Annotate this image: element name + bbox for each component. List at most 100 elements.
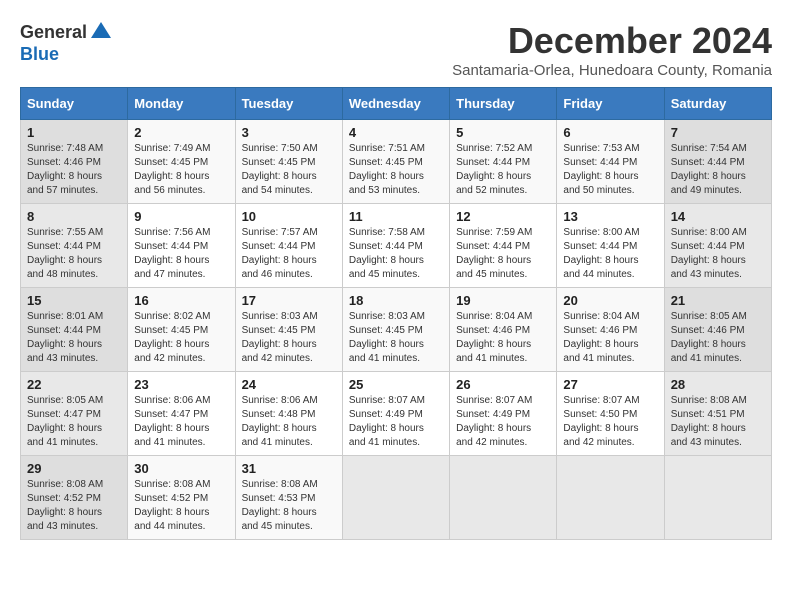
day-number: 21 xyxy=(671,293,765,308)
header-monday: Monday xyxy=(128,88,235,120)
day-info: Sunrise: 8:02 AMSunset: 4:45 PMDaylight:… xyxy=(134,310,228,366)
day-info: Sunrise: 7:48 AMSunset: 4:46 PMDaylight:… xyxy=(27,142,121,198)
day-number: 11 xyxy=(349,209,443,224)
day-number: 16 xyxy=(134,293,228,308)
calendar-cell: 2 Sunrise: 7:49 AMSunset: 4:45 PMDaylight… xyxy=(128,120,235,204)
day-number: 31 xyxy=(242,461,336,476)
day-number: 18 xyxy=(349,293,443,308)
day-number: 25 xyxy=(349,377,443,392)
calendar-cell: 27Sunrise: 8:07 AMSunset: 4:50 PMDayligh… xyxy=(557,372,664,456)
calendar-title: December 2024 xyxy=(452,20,772,62)
calendar-cell: 31 Sunrise: 8:08 AMSunset: 4:53 PMDayligh… xyxy=(235,456,342,540)
day-info: Sunrise: 7:55 AMSunset: 4:44 PMDaylight:… xyxy=(27,226,121,282)
calendar-cell: 30 Sunrise: 8:08 AMSunset: 4:52 PMDayligh… xyxy=(128,456,235,540)
calendar-cell xyxy=(557,456,664,540)
day-info: Sunrise: 8:06 AMSunset: 4:47 PMDaylight:… xyxy=(134,394,228,450)
logo-icon xyxy=(89,20,113,44)
day-info: Sunrise: 8:05 AMSunset: 4:46 PMDaylight:… xyxy=(671,310,765,366)
calendar-cell xyxy=(450,456,557,540)
day-info: Sunrise: 8:08 AMSunset: 4:52 PMDaylight:… xyxy=(134,478,228,534)
calendar-cell: 22 Sunrise: 8:05 AMSunset: 4:47 PMDayligh… xyxy=(21,372,128,456)
day-info: Sunrise: 8:08 AMSunset: 4:53 PMDaylight:… xyxy=(242,478,336,534)
day-number: 19 xyxy=(456,293,550,308)
day-info: Sunrise: 7:54 AMSunset: 4:44 PMDaylight:… xyxy=(671,142,765,198)
day-number: 29 xyxy=(27,461,121,476)
day-info: Sunrise: 8:01 AMSunset: 4:44 PMDaylight:… xyxy=(27,310,121,366)
calendar-cell: 13 Sunrise: 8:00 AMSunset: 4:44 PMDayligh… xyxy=(557,204,664,288)
calendar-cell: 6Sunrise: 7:53 AMSunset: 4:44 PMDaylight… xyxy=(557,120,664,204)
calendar-cell: 12Sunrise: 7:59 AMSunset: 4:44 PMDayligh… xyxy=(450,204,557,288)
day-info: Sunrise: 8:03 AMSunset: 4:45 PMDaylight:… xyxy=(242,310,336,366)
page-header: General Blue December 2024 Santamaria-Or… xyxy=(20,20,772,79)
day-number: 10 xyxy=(242,209,336,224)
week-row-4: 22 Sunrise: 8:05 AMSunset: 4:47 PMDayligh… xyxy=(21,372,772,456)
day-info: Sunrise: 7:57 AMSunset: 4:44 PMDaylight:… xyxy=(242,226,336,282)
day-number: 7 xyxy=(671,125,765,140)
day-info: Sunrise: 8:05 AMSunset: 4:47 PMDaylight:… xyxy=(27,394,121,450)
day-info: Sunrise: 8:08 AMSunset: 4:52 PMDaylight:… xyxy=(27,478,121,534)
calendar-cell: 14 Sunrise: 8:00 AMSunset: 4:44 PMDayligh… xyxy=(664,204,771,288)
day-info: Sunrise: 7:53 AMSunset: 4:44 PMDaylight:… xyxy=(563,142,657,198)
day-number: 1 xyxy=(27,125,121,140)
calendar-cell xyxy=(664,456,771,540)
header-tuesday: Tuesday xyxy=(235,88,342,120)
calendar-cell: 23Sunrise: 8:06 AMSunset: 4:47 PMDayligh… xyxy=(128,372,235,456)
calendar-cell: 3Sunrise: 7:50 AMSunset: 4:45 PMDaylight… xyxy=(235,120,342,204)
calendar-cell: 24 Sunrise: 8:06 AMSunset: 4:48 PMDayligh… xyxy=(235,372,342,456)
week-row-1: 1 Sunrise: 7:48 AMSunset: 4:46 PMDaylight… xyxy=(21,120,772,204)
calendar-cell: 26 Sunrise: 8:07 AMSunset: 4:49 PMDayligh… xyxy=(450,372,557,456)
day-number: 8 xyxy=(27,209,121,224)
calendar-table: SundayMondayTuesdayWednesdayThursdayFrid… xyxy=(20,87,772,540)
calendar-cell: 17 Sunrise: 8:03 AMSunset: 4:45 PMDayligh… xyxy=(235,288,342,372)
week-row-3: 15 Sunrise: 8:01 AMSunset: 4:44 PMDayligh… xyxy=(21,288,772,372)
header-sunday: Sunday xyxy=(21,88,128,120)
day-number: 28 xyxy=(671,377,765,392)
calendar-cell xyxy=(342,456,449,540)
calendar-cell: 1 Sunrise: 7:48 AMSunset: 4:46 PMDaylight… xyxy=(21,120,128,204)
day-number: 2 xyxy=(134,125,228,140)
calendar-cell: 5Sunrise: 7:52 AMSunset: 4:44 PMDaylight… xyxy=(450,120,557,204)
day-number: 22 xyxy=(27,377,121,392)
calendar-header-row: SundayMondayTuesdayWednesdayThursdayFrid… xyxy=(21,88,772,120)
day-info: Sunrise: 8:07 AMSunset: 4:50 PMDaylight:… xyxy=(563,394,657,450)
calendar-cell: 11 Sunrise: 7:58 AMSunset: 4:44 PMDayligh… xyxy=(342,204,449,288)
calendar-cell: 9 Sunrise: 7:56 AMSunset: 4:44 PMDaylight… xyxy=(128,204,235,288)
title-section: December 2024 Santamaria-Orlea, Hunedoar… xyxy=(452,20,772,79)
header-friday: Friday xyxy=(557,88,664,120)
calendar-cell: 18 Sunrise: 8:03 AMSunset: 4:45 PMDayligh… xyxy=(342,288,449,372)
day-info: Sunrise: 7:49 AMSunset: 4:45 PMDaylight:… xyxy=(134,142,228,198)
calendar-cell: 16 Sunrise: 8:02 AMSunset: 4:45 PMDayligh… xyxy=(128,288,235,372)
day-number: 3 xyxy=(242,125,336,140)
day-info: Sunrise: 8:04 AMSunset: 4:46 PMDaylight:… xyxy=(456,310,550,366)
day-info: Sunrise: 7:56 AMSunset: 4:44 PMDaylight:… xyxy=(134,226,228,282)
logo-blue: Blue xyxy=(20,44,59,65)
week-row-5: 29 Sunrise: 8:08 AMSunset: 4:52 PMDayligh… xyxy=(21,456,772,540)
day-info: Sunrise: 8:07 AMSunset: 4:49 PMDaylight:… xyxy=(349,394,443,450)
calendar-cell: 20Sunrise: 8:04 AMSunset: 4:46 PMDayligh… xyxy=(557,288,664,372)
day-info: Sunrise: 8:07 AMSunset: 4:49 PMDaylight:… xyxy=(456,394,550,450)
day-number: 17 xyxy=(242,293,336,308)
day-number: 9 xyxy=(134,209,228,224)
header-wednesday: Wednesday xyxy=(342,88,449,120)
day-info: Sunrise: 7:58 AMSunset: 4:44 PMDaylight:… xyxy=(349,226,443,282)
logo-general: General xyxy=(20,22,87,43)
calendar-cell: 15 Sunrise: 8:01 AMSunset: 4:44 PMDayligh… xyxy=(21,288,128,372)
day-info: Sunrise: 7:51 AMSunset: 4:45 PMDaylight:… xyxy=(349,142,443,198)
day-info: Sunrise: 8:04 AMSunset: 4:46 PMDaylight:… xyxy=(563,310,657,366)
calendar-cell: 25 Sunrise: 8:07 AMSunset: 4:49 PMDayligh… xyxy=(342,372,449,456)
calendar-cell: 29 Sunrise: 8:08 AMSunset: 4:52 PMDayligh… xyxy=(21,456,128,540)
calendar-cell: 21 Sunrise: 8:05 AMSunset: 4:46 PMDayligh… xyxy=(664,288,771,372)
day-info: Sunrise: 8:00 AMSunset: 4:44 PMDaylight:… xyxy=(563,226,657,282)
day-info: Sunrise: 7:59 AMSunset: 4:44 PMDaylight:… xyxy=(456,226,550,282)
day-number: 13 xyxy=(563,209,657,224)
day-number: 30 xyxy=(134,461,228,476)
day-number: 15 xyxy=(27,293,121,308)
day-number: 14 xyxy=(671,209,765,224)
day-info: Sunrise: 8:03 AMSunset: 4:45 PMDaylight:… xyxy=(349,310,443,366)
day-info: Sunrise: 8:06 AMSunset: 4:48 PMDaylight:… xyxy=(242,394,336,450)
day-number: 26 xyxy=(456,377,550,392)
calendar-cell: 4Sunrise: 7:51 AMSunset: 4:45 PMDaylight… xyxy=(342,120,449,204)
calendar-cell: 19 Sunrise: 8:04 AMSunset: 4:46 PMDayligh… xyxy=(450,288,557,372)
day-info: Sunrise: 8:00 AMSunset: 4:44 PMDaylight:… xyxy=(671,226,765,282)
day-number: 24 xyxy=(242,377,336,392)
